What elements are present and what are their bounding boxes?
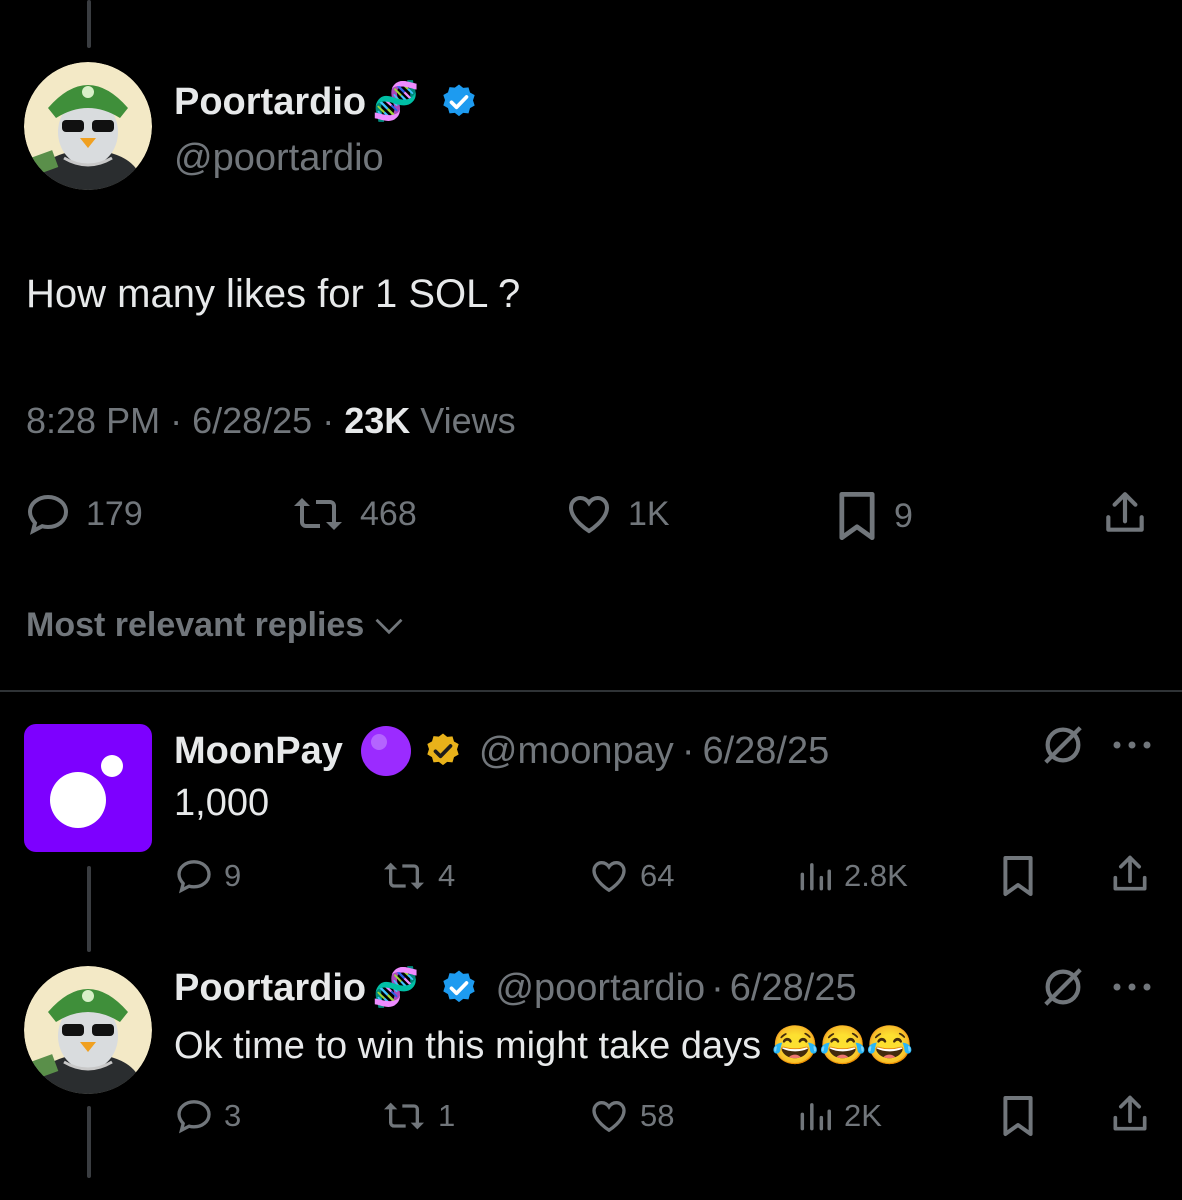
like-button[interactable]: 64 xyxy=(588,856,674,896)
bookmark-icon xyxy=(1003,856,1033,896)
post-time[interactable]: 8:28 PM xyxy=(26,400,160,441)
penguin-avatar-icon xyxy=(24,62,152,190)
views-count: 2.8K xyxy=(844,858,908,893)
views-chart-icon xyxy=(800,1103,831,1131)
bookmark-button[interactable] xyxy=(1000,1094,1036,1138)
repost-count: 1 xyxy=(438,1098,456,1133)
author-row: Poortardio 🧬 xyxy=(174,80,479,124)
like-button[interactable]: 58 xyxy=(588,1096,674,1136)
share-icon xyxy=(1113,1095,1147,1131)
share-button[interactable] xyxy=(1108,852,1152,896)
thread-connector-top xyxy=(87,0,91,48)
display-name[interactable]: Poortardio xyxy=(174,967,366,1010)
reply-date[interactable]: 6/28/25 xyxy=(730,967,857,1010)
views-count: 23K xyxy=(344,400,411,441)
share-icon xyxy=(1106,492,1144,532)
avatar[interactable] xyxy=(24,966,152,1094)
verified-badge-icon xyxy=(423,731,463,771)
verified-badge-icon xyxy=(439,82,479,122)
views-button[interactable]: 2K xyxy=(796,1096,882,1136)
bookmark-icon xyxy=(1003,1096,1033,1136)
repost-button[interactable]: 468 xyxy=(290,490,417,538)
share-button[interactable] xyxy=(1100,488,1150,538)
post-text: How many likes for 1 SOL ? xyxy=(26,272,521,316)
views-label: Views xyxy=(420,400,516,441)
like-count: 58 xyxy=(640,1098,675,1133)
more-options-icon[interactable] xyxy=(1112,982,1154,992)
views-chart-icon xyxy=(800,863,831,891)
views-button[interactable]: 2.8K xyxy=(796,856,908,896)
reply-header: Poortardio 🧬 @poortardio · 6/28/25 xyxy=(174,966,857,1010)
reply-count: 3 xyxy=(224,1098,242,1133)
like-count: 64 xyxy=(640,858,675,893)
repost-icon xyxy=(384,1102,424,1130)
chevron-down-icon xyxy=(375,618,403,634)
reply-icon xyxy=(177,860,211,894)
reply-button[interactable]: 3 xyxy=(174,1096,241,1136)
section-divider xyxy=(0,690,1182,692)
avatar[interactable] xyxy=(24,62,152,190)
moonpay-avatar[interactable] xyxy=(24,724,152,852)
bookmark-button[interactable]: 9 xyxy=(834,490,913,542)
heart-icon xyxy=(568,495,610,534)
purple-circle-icon xyxy=(359,724,413,778)
moonpay-logo-icon xyxy=(50,755,123,828)
reply-handle[interactable]: @poortardio xyxy=(495,967,705,1010)
display-name[interactable]: Poortardio xyxy=(174,81,366,124)
reply-text: Ok time to win this might take days 😂😂😂 xyxy=(174,1025,914,1067)
thread-connector xyxy=(87,866,91,952)
repost-button[interactable]: 4 xyxy=(380,856,455,896)
replies-sort-label: Most relevant replies xyxy=(26,606,365,644)
more-options-icon[interactable] xyxy=(1112,740,1154,750)
share-icon xyxy=(1113,855,1147,891)
reply-button[interactable]: 179 xyxy=(24,490,143,538)
reply-button[interactable]: 9 xyxy=(174,856,241,896)
reply-icon xyxy=(27,494,69,535)
like-button[interactable]: 1K xyxy=(564,490,670,538)
reply-date[interactable]: 6/28/25 xyxy=(702,730,829,773)
reply-handle[interactable]: @moonpay xyxy=(479,730,674,773)
share-button[interactable] xyxy=(1108,1092,1152,1136)
bookmark-count: 9 xyxy=(894,496,913,535)
post-date[interactable]: 6/28/25 xyxy=(192,400,312,441)
thread-connector xyxy=(87,1106,91,1178)
repost-button[interactable]: 1 xyxy=(380,1096,455,1136)
grok-icon[interactable] xyxy=(1040,964,1086,1010)
replies-sort-dropdown[interactable]: Most relevant replies xyxy=(26,606,404,645)
repost-count: 4 xyxy=(438,858,456,893)
views-count: 2K xyxy=(844,1098,882,1133)
dna-emoji: 🧬 xyxy=(372,81,420,123)
post-meta: 8:28 PM · 6/28/25 · 23K Views xyxy=(26,400,516,441)
author-handle[interactable]: @poortardio xyxy=(174,137,384,180)
repost-count: 468 xyxy=(360,494,417,533)
penguin-avatar-icon xyxy=(24,966,152,1094)
reply-header: MoonPay @moonpay · 6/28/25 xyxy=(174,724,829,778)
like-count: 1K xyxy=(628,494,670,533)
dna-emoji: 🧬 xyxy=(372,967,420,1009)
repost-icon xyxy=(294,498,342,530)
reply-count: 179 xyxy=(86,494,143,533)
bookmark-button[interactable] xyxy=(1000,854,1036,898)
reply-icon xyxy=(177,1100,211,1134)
heart-icon xyxy=(592,1100,626,1133)
display-name[interactable]: MoonPay xyxy=(174,730,343,773)
verified-badge-icon xyxy=(439,968,479,1008)
grok-icon[interactable] xyxy=(1040,722,1086,768)
repost-icon xyxy=(384,862,424,890)
reply-count: 9 xyxy=(224,858,242,893)
bookmark-icon xyxy=(839,491,875,541)
reply-text: 1,000 xyxy=(174,782,270,824)
heart-icon xyxy=(592,860,626,893)
